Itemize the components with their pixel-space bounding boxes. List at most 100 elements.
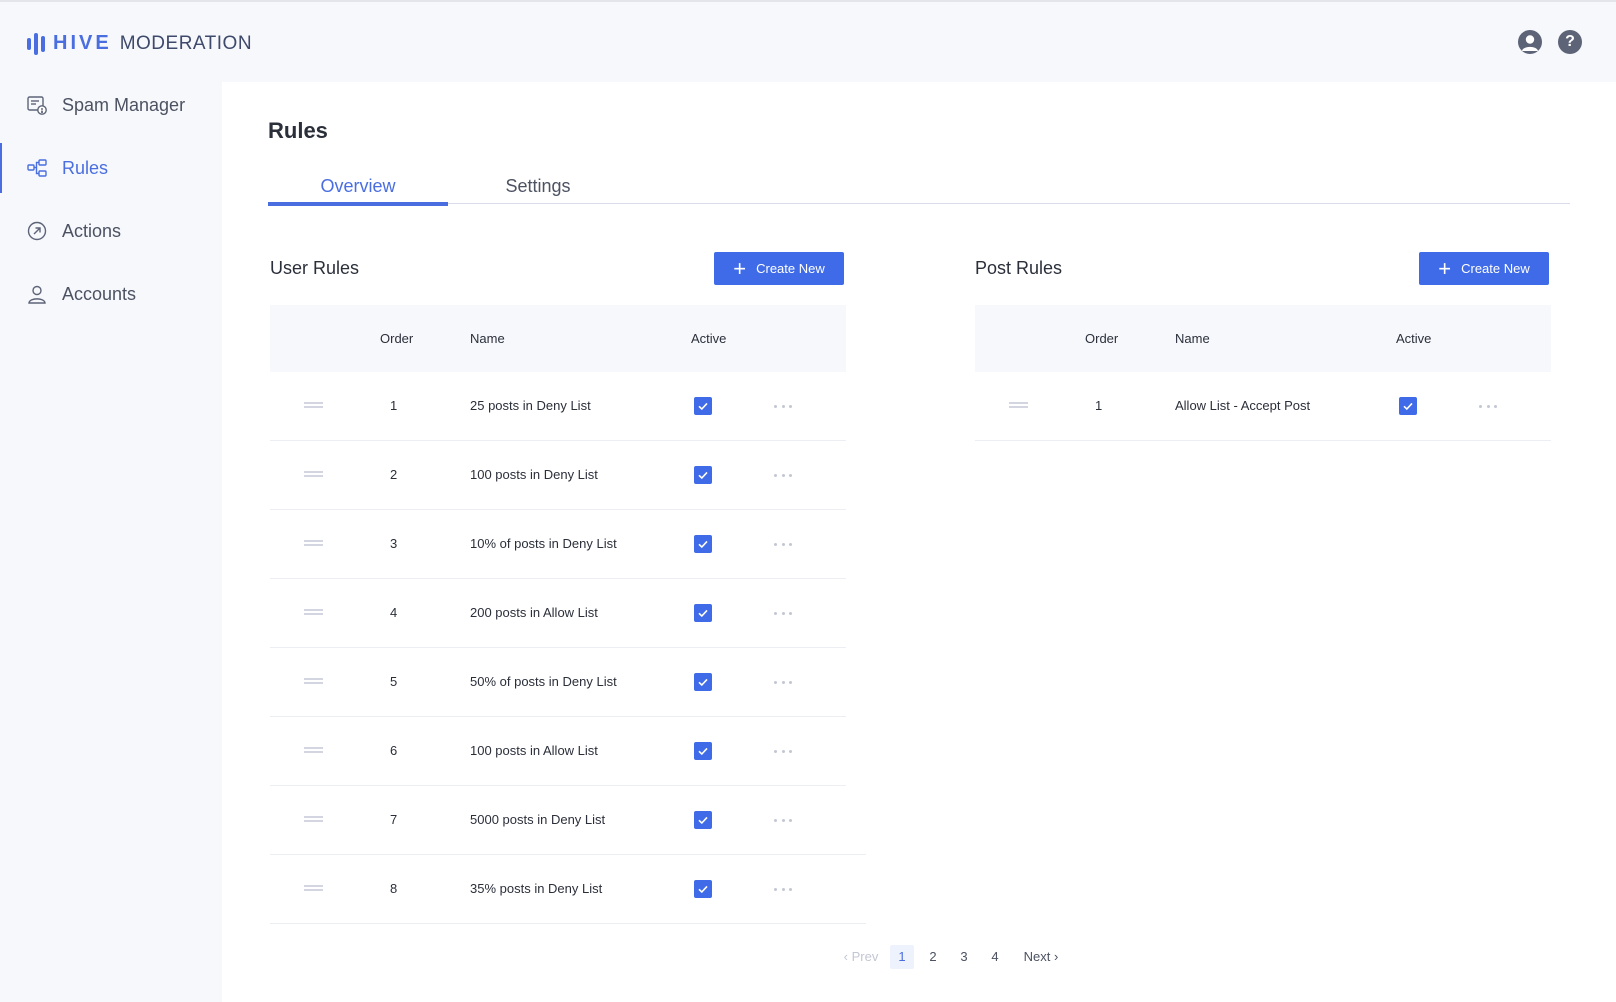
more-options-icon[interactable] bbox=[774, 673, 792, 691]
spam-manager-icon bbox=[27, 96, 47, 115]
more-options-icon[interactable] bbox=[774, 880, 792, 898]
active-checkbox[interactable] bbox=[694, 811, 712, 829]
row-name: 200 posts in Allow List bbox=[470, 605, 598, 620]
table-row: 6 100 posts in Allow List bbox=[270, 717, 846, 786]
more-options-icon[interactable] bbox=[774, 604, 792, 622]
more-options-icon[interactable] bbox=[774, 466, 792, 484]
help-icon[interactable]: ? bbox=[1558, 30, 1582, 54]
tab-settings[interactable]: Settings bbox=[448, 176, 628, 204]
active-checkbox[interactable] bbox=[694, 604, 712, 622]
create-button-label: Create New bbox=[756, 261, 825, 276]
drag-handle-icon[interactable] bbox=[304, 885, 323, 891]
checkmark-icon bbox=[698, 747, 708, 756]
user-rules-table-header: Order Name Active bbox=[270, 305, 846, 372]
row-name: 10% of posts in Deny List bbox=[470, 536, 617, 551]
tab-bar: Overview Settings bbox=[268, 176, 1570, 206]
create-button-label: Create New bbox=[1461, 261, 1530, 276]
pagination: ‹ Prev 1 2 3 4 Next › bbox=[834, 944, 1066, 970]
sidebar-item-spam-manager[interactable]: Spam Manager bbox=[0, 80, 222, 130]
row-order: 7 bbox=[390, 812, 398, 827]
page-title: Rules bbox=[268, 118, 328, 143]
column-header-name: Name bbox=[1175, 331, 1210, 346]
sidebar: Spam Manager Rules Actions Accounts bbox=[0, 80, 222, 1002]
active-checkbox[interactable] bbox=[694, 742, 712, 760]
drag-handle-icon[interactable] bbox=[304, 747, 323, 753]
row-order: 2 bbox=[390, 467, 398, 482]
user-rules-title: User Rules bbox=[270, 258, 360, 278]
row-order: 3 bbox=[390, 536, 398, 551]
header-actions: ? bbox=[1518, 30, 1582, 54]
sidebar-item-label: Accounts bbox=[62, 283, 137, 304]
user-account-icon[interactable] bbox=[1518, 30, 1542, 54]
more-options-icon[interactable] bbox=[774, 397, 792, 415]
tab-overview[interactable]: Overview bbox=[268, 176, 448, 206]
column-header-name: Name bbox=[470, 331, 505, 346]
drag-handle-icon[interactable] bbox=[304, 609, 323, 615]
row-order: 1 bbox=[1095, 398, 1103, 413]
active-checkbox[interactable] bbox=[694, 673, 712, 691]
more-options-icon[interactable] bbox=[1479, 397, 1497, 415]
accounts-icon bbox=[28, 285, 46, 304]
sidebar-item-label: Spam Manager bbox=[62, 94, 186, 115]
row-name: 35% posts in Deny List bbox=[470, 881, 603, 896]
active-checkbox[interactable] bbox=[1399, 397, 1417, 415]
sidebar-item-actions[interactable]: Actions bbox=[0, 206, 222, 256]
checkmark-icon bbox=[698, 471, 708, 480]
column-header-active: Active bbox=[691, 331, 727, 346]
more-options-icon[interactable] bbox=[774, 811, 792, 829]
pagination-next-button[interactable]: Next › bbox=[1016, 945, 1066, 969]
row-order: 1 bbox=[390, 398, 398, 413]
top-border bbox=[0, 0, 1616, 2]
hive-logo-icon bbox=[27, 32, 45, 55]
sidebar-item-accounts[interactable]: Accounts bbox=[0, 269, 222, 319]
more-options-icon[interactable] bbox=[774, 742, 792, 760]
post-rules-create-button[interactable]: + Create New bbox=[1419, 252, 1549, 285]
user-rules-create-button[interactable]: + Create New bbox=[714, 252, 844, 285]
more-options-icon[interactable] bbox=[774, 535, 792, 553]
pagination-page-3[interactable]: 3 bbox=[952, 945, 976, 969]
post-rules-table-header: Order Name Active bbox=[975, 305, 1551, 372]
sidebar-item-label: Rules bbox=[62, 157, 109, 178]
chevron-left-icon: ‹ bbox=[843, 949, 848, 964]
row-name: 100 posts in Allow List bbox=[470, 743, 598, 758]
checkmark-icon bbox=[698, 609, 708, 618]
row-name: Allow List - Accept Post bbox=[1175, 398, 1311, 413]
pagination-page-2[interactable]: 2 bbox=[921, 945, 945, 969]
active-checkbox[interactable] bbox=[694, 397, 712, 415]
checkmark-icon bbox=[698, 678, 708, 687]
row-order: 8 bbox=[390, 881, 398, 896]
drag-handle-icon[interactable] bbox=[304, 402, 323, 408]
pagination-page-1[interactable]: 1 bbox=[890, 945, 914, 969]
checkmark-icon bbox=[1403, 402, 1413, 411]
row-name: 5000 posts in Deny List bbox=[470, 812, 606, 827]
main-panel: Rules Overview Settings User Rules + Cre… bbox=[222, 82, 1616, 1002]
drag-handle-icon[interactable] bbox=[304, 678, 323, 684]
drag-handle-icon[interactable] bbox=[304, 471, 323, 477]
sidebar-item-rules[interactable]: Rules bbox=[0, 143, 222, 193]
row-name: 50% of posts in Deny List bbox=[470, 674, 617, 689]
active-checkbox[interactable] bbox=[694, 535, 712, 553]
checkmark-icon bbox=[698, 540, 708, 549]
column-header-active: Active bbox=[1396, 331, 1432, 346]
active-checkbox[interactable] bbox=[694, 466, 712, 484]
table-row: 1 25 posts in Deny List bbox=[270, 372, 846, 441]
next-label: Next bbox=[1023, 949, 1051, 964]
sidebar-item-label: Actions bbox=[62, 220, 122, 241]
table-row: 8 35% posts in Deny List bbox=[270, 855, 866, 924]
table-row: 2 100 posts in Deny List bbox=[270, 441, 846, 510]
pagination-prev-button[interactable]: ‹ Prev bbox=[834, 945, 888, 969]
column-header-order: Order bbox=[380, 331, 414, 346]
drag-handle-icon[interactable] bbox=[304, 540, 323, 546]
active-checkbox[interactable] bbox=[694, 880, 712, 898]
chevron-right-icon: › bbox=[1054, 949, 1059, 964]
row-order: 4 bbox=[390, 605, 398, 620]
drag-handle-icon[interactable] bbox=[1009, 402, 1028, 408]
table-row: 3 10% of posts in Deny List bbox=[270, 510, 846, 579]
plus-icon: + bbox=[733, 255, 747, 281]
table-row: 1 Allow List - Accept Post bbox=[975, 372, 1551, 441]
drag-handle-icon[interactable] bbox=[304, 816, 323, 822]
pagination-page-4[interactable]: 4 bbox=[983, 945, 1007, 969]
hive-moderation-logo[interactable]: HIVE MODERATION bbox=[27, 32, 252, 55]
row-order: 5 bbox=[390, 674, 398, 689]
row-name: 100 posts in Deny List bbox=[470, 467, 598, 482]
